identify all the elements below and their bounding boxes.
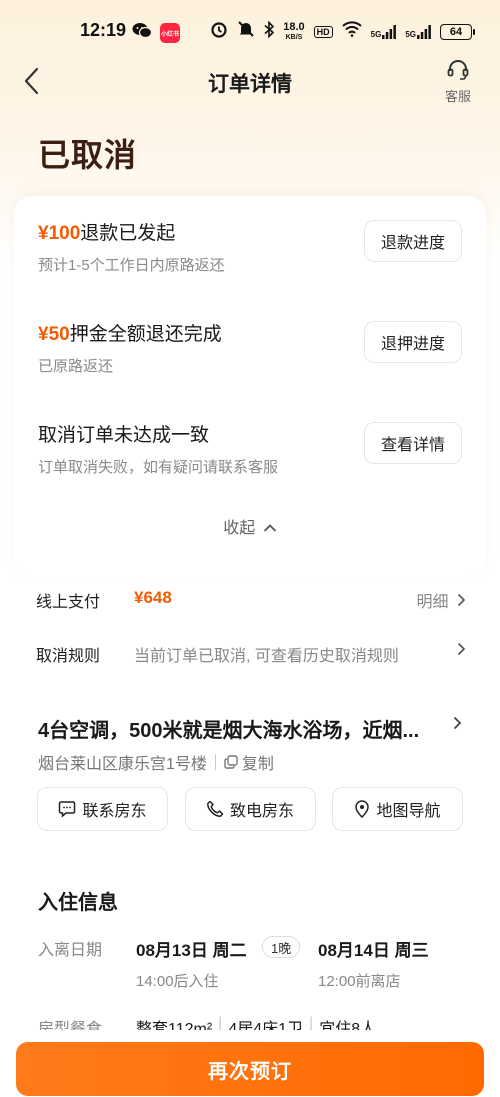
alarm-icon <box>210 20 228 43</box>
hd-badge: HD <box>313 25 333 38</box>
phone-icon <box>207 800 224 817</box>
status-right-icons: 18.0 KB/S HD 5G 5G 64 <box>210 20 475 43</box>
contact-host-button[interactable]: 联系房东 <box>37 787 168 831</box>
network-speed: 18.0 KB/S <box>283 20 305 41</box>
bottom-bar: 再次预订 <box>0 1030 500 1097</box>
map-pin-icon <box>355 800 370 818</box>
listing-chevron[interactable] <box>453 716 462 735</box>
nights-badge: 1晚 <box>262 936 301 958</box>
chevron-right-icon <box>457 642 466 656</box>
map-navigation-button[interactable]: 地图导航 <box>332 787 463 831</box>
refund-item: ¥100退款已发起 预计1-5个工作日内原路返还 退款进度 <box>38 218 462 275</box>
copy-address-button[interactable]: 复制 <box>224 750 274 774</box>
customer-service-label: 客服 <box>444 89 471 104</box>
xiaohongshu-icon: 小红书 <box>160 23 180 43</box>
battery-icon: 64 <box>440 23 475 40</box>
headset-icon <box>447 60 469 80</box>
collapse-button[interactable]: 收起 <box>14 514 486 538</box>
chevron-right-icon <box>453 716 462 730</box>
refund-card: ¥100退款已发起 预计1-5个工作日内原路返还 退款进度 ¥50押金全额退还完… <box>14 196 486 576</box>
checkin-time: 14:00后入住 <box>136 973 219 990</box>
view-details-button[interactable]: 查看详情 <box>364 422 462 464</box>
rebook-button[interactable]: 再次预订 <box>16 1042 484 1096</box>
divider <box>214 754 216 770</box>
signal-1-icon: 5G <box>371 24 397 39</box>
checkin-date: 08月13日 周二 <box>136 941 247 960</box>
mute-bell-icon <box>237 20 255 43</box>
checkout-block: 08月14日 周三 12:00前离店 <box>318 936 429 991</box>
stay-dates-label: 入离日期 <box>38 942 103 959</box>
wechat-icon <box>132 22 153 44</box>
listing-address: 烟台莱山区康乐宫1号楼 <box>38 756 207 773</box>
cancel-rule-value: 当前订单已取消, 可查看历史取消规则 <box>134 648 399 665</box>
cancel-dispute-item: 取消订单未达成一致 订单取消失败，如有疑问请联系客服 查看详情 <box>38 420 462 477</box>
checkin-block: 08月13日 周二 14:00后入住 <box>136 936 247 991</box>
payment-detail-link[interactable]: 明细 <box>417 588 466 612</box>
status-left-icons: 小红书 <box>132 22 180 44</box>
host-actions: 联系房东 致电房东 地图导航 <box>37 787 463 831</box>
page-title: 订单详情 <box>208 73 292 96</box>
payment-row[interactable]: 线上支付 ¥648 明细 <box>36 588 466 612</box>
checkout-time: 12:00前离店 <box>318 973 401 990</box>
copy-icon <box>224 755 238 769</box>
listing-title[interactable]: 4台空调，500米就是烟大海水浴场，近烟... <box>38 714 438 743</box>
order-status: 已取消 <box>38 137 138 173</box>
customer-service-button[interactable]: 客服 <box>438 58 478 105</box>
payment-label: 线上支付 <box>36 594 101 611</box>
deposit-item: ¥50押金全额退还完成 已原路返还 退押进度 <box>38 319 462 376</box>
cancel-rule-row[interactable]: 取消规则 当前订单已取消, 可查看历史取消规则 <box>36 642 466 665</box>
call-host-button[interactable]: 致电房东 <box>184 787 316 831</box>
refund-progress-button[interactable]: 退款进度 <box>364 220 462 262</box>
deposit-progress-button[interactable]: 退押进度 <box>364 321 462 363</box>
status-time: 12:19 <box>80 20 127 40</box>
page-header: 订单详情 客服 <box>0 58 500 106</box>
signal-2-icon: 5G <box>405 24 431 39</box>
wifi-icon <box>341 21 362 42</box>
checkout-date: 08月14日 周三 <box>318 941 429 960</box>
cancel-rule-label: 取消规则 <box>36 648 101 665</box>
chevron-up-icon <box>263 524 276 532</box>
payment-price: ¥648 <box>134 588 172 607</box>
status-bar: 12:19 小红书 18.0 KB/S HD 5G 5G 64 <box>0 0 500 62</box>
chat-icon <box>59 801 76 818</box>
chevron-right-icon <box>457 593 466 607</box>
listing-address-row: 烟台莱山区康乐宫1号楼 复制 <box>38 750 274 774</box>
stay-section-title: 入住信息 <box>38 892 118 914</box>
bluetooth-icon <box>264 20 275 43</box>
